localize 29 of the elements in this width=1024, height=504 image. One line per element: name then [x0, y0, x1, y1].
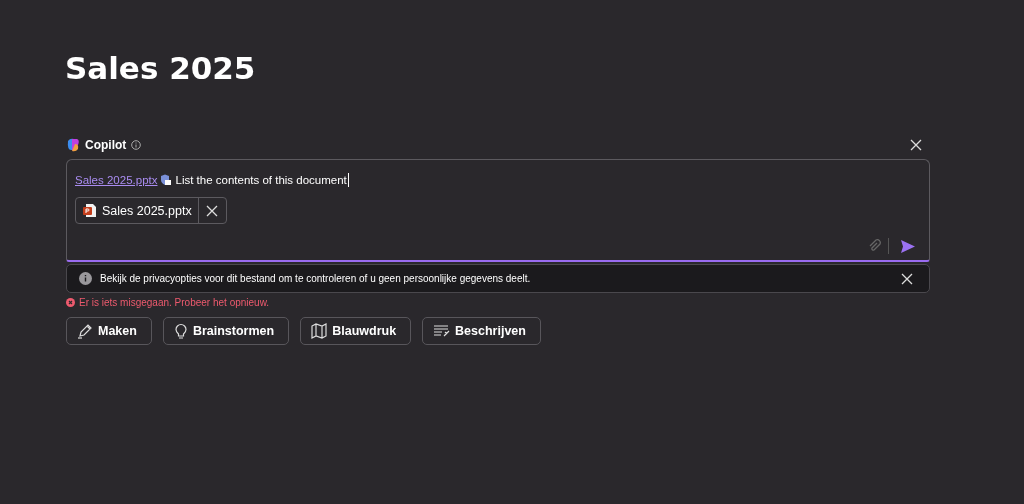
suggestion-button[interactable]: Blauwdruk [300, 317, 412, 345]
prompt-field[interactable]: Sales 2025.pptx List the contents of this document Sales 2025.pptx [66, 159, 930, 262]
suggestion-button[interactable]: Maken [66, 317, 152, 345]
error-message: Er is iets misgegaan. Probeer het opnieuw. [79, 297, 270, 308]
error-icon [66, 298, 75, 307]
suggestion-button[interactable]: Brainstormen [162, 317, 290, 345]
copilot-logo-icon [66, 138, 80, 152]
page-title: Sales 2025 [65, 50, 256, 86]
powerpoint-file-icon [82, 203, 97, 218]
copilot-title: Copilot [85, 138, 127, 152]
info-icon [79, 272, 92, 285]
prompt-text: List the contents of this document [175, 174, 347, 186]
file-link[interactable]: Sales 2025.pptx [75, 174, 158, 186]
close-icon [206, 204, 219, 217]
pencil-icon [77, 323, 93, 339]
attach-button[interactable] [868, 239, 882, 253]
close-icon [901, 272, 913, 285]
notice-text: Bekijk de privacyopties voor dit bestand om te controleren of u geen persoonlijke gegevens deelt. [100, 273, 531, 284]
close-button[interactable] [908, 137, 924, 153]
suggestion-button[interactable]: Beschrijven [422, 317, 541, 345]
attachment-name: Sales 2025.pptx [102, 203, 192, 218]
map-icon [311, 323, 328, 339]
lightbulb-icon [173, 323, 188, 339]
close-icon [910, 139, 922, 151]
paperclip-icon [868, 239, 882, 253]
info-icon [131, 140, 142, 150]
text-lines-icon [433, 324, 451, 338]
send-icon [901, 239, 915, 253]
shield-lock-icon [160, 174, 173, 186]
